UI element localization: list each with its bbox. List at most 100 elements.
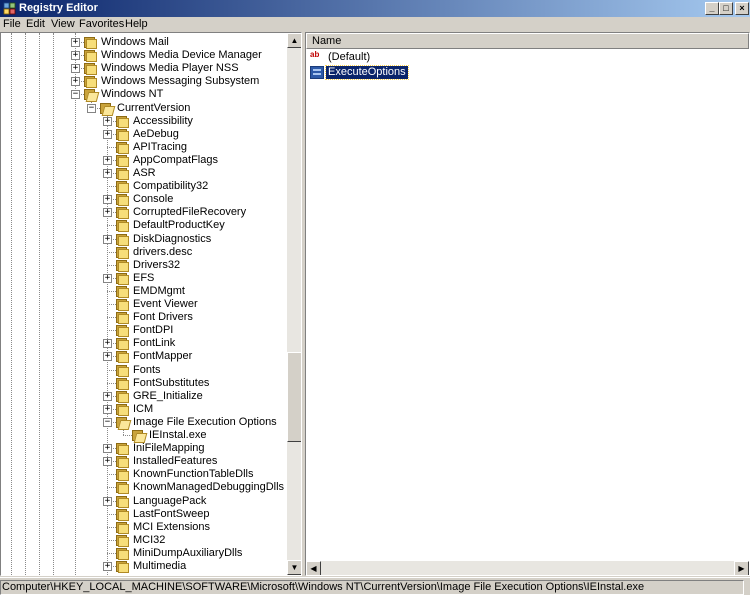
- expand-icon[interactable]: +: [71, 38, 80, 47]
- expand-icon[interactable]: +: [103, 457, 112, 467]
- scroll-thumb[interactable]: [287, 351, 301, 442]
- tree-node-label[interactable]: ICM: [133, 403, 153, 416]
- tree-node-label[interactable]: FontMapper: [133, 350, 192, 363]
- tree-node-label[interactable]: LanguagePack: [133, 495, 206, 508]
- folder-icon: [115, 311, 131, 325]
- tree-node-label[interactable]: APITracing: [133, 141, 187, 154]
- value-name[interactable]: ExecuteOptions: [325, 65, 409, 80]
- tree-node-label[interactable]: FontSubstitutes: [133, 377, 209, 390]
- scroll-right-button[interactable]: ▶: [734, 561, 749, 575]
- tree-node-label[interactable]: drivers.desc: [133, 246, 192, 259]
- tree-node-label[interactable]: AeDebug: [133, 128, 179, 141]
- expand-icon[interactable]: +: [103, 129, 112, 139]
- tree-node-label[interactable]: IEInstal.exe: [149, 429, 206, 442]
- tree-node-label[interactable]: Accessibility: [133, 115, 193, 128]
- folder-icon: [115, 468, 131, 482]
- values-pane[interactable]: Name ab (Default) ExecuteOptions ◀ ▶: [305, 32, 750, 576]
- expand-icon[interactable]: +: [103, 208, 112, 218]
- tree-node-label[interactable]: EFS: [133, 272, 154, 285]
- string-value-icon: ab: [310, 50, 320, 59]
- tree-node-label[interactable]: DefaultProductKey: [133, 219, 225, 232]
- tree-vertical-scrollbar[interactable]: ▲ ▼: [287, 33, 301, 575]
- expand-icon[interactable]: +: [71, 64, 80, 74]
- close-button[interactable]: ×: [735, 2, 749, 15]
- tree-node-label[interactable]: InstalledFeatures: [133, 455, 217, 468]
- maximize-button[interactable]: □: [719, 2, 733, 15]
- tree-node-label[interactable]: CurrentVersion: [117, 102, 190, 115]
- tree-node-label[interactable]: FontLink: [133, 337, 175, 350]
- tree-node-label[interactable]: MCI Extensions: [133, 521, 210, 534]
- folder-icon: [115, 141, 131, 154]
- folder-icon: [115, 560, 131, 573]
- folder-icon: [115, 115, 131, 128]
- scroll-down-button[interactable]: ▼: [287, 560, 301, 575]
- folder-icon: [115, 206, 131, 220]
- value-row[interactable]: ab (Default): [310, 51, 510, 65]
- value-row[interactable]: ExecuteOptions: [310, 65, 510, 80]
- expand-icon[interactable]: +: [103, 562, 112, 571]
- expand-icon[interactable]: +: [103, 444, 112, 454]
- tree-node-label[interactable]: KnownManagedDebuggingDlls: [133, 481, 284, 494]
- tree-node-label[interactable]: DiskDiagnostics: [133, 233, 211, 246]
- title-bar[interactable]: Registry Editor _ □ ×: [0, 0, 750, 17]
- registry-tree-pane[interactable]: + Windows Mail + Windows Media Device Manag…: [0, 32, 302, 576]
- collapse-icon[interactable]: −: [87, 103, 96, 113]
- tree-node-label[interactable]: Image File Execution Options: [133, 416, 277, 429]
- expand-icon[interactable]: +: [103, 404, 112, 414]
- tree-node-label[interactable]: Fonts: [133, 364, 161, 377]
- expand-icon[interactable]: +: [103, 116, 112, 126]
- tree-node-label[interactable]: IniFileMapping: [133, 442, 205, 455]
- collapse-icon[interactable]: −: [71, 90, 80, 100]
- tree-node-label[interactable]: MCI32: [133, 534, 165, 547]
- menu-help[interactable]: Help: [125, 18, 148, 30]
- expand-icon[interactable]: +: [103, 234, 112, 244]
- tree-node-label[interactable]: FontDPI: [133, 324, 173, 337]
- scroll-left-button[interactable]: ◀: [306, 561, 321, 575]
- expand-icon[interactable]: +: [103, 273, 112, 283]
- folder-icon: [115, 337, 131, 351]
- expand-icon[interactable]: +: [103, 352, 112, 362]
- tree-node-label[interactable]: Windows Messaging Subsystem: [101, 75, 259, 88]
- expand-icon[interactable]: +: [103, 195, 112, 205]
- tree-node-label[interactable]: Event Viewer: [133, 298, 198, 311]
- expand-icon[interactable]: +: [71, 51, 80, 61]
- tree-node-label[interactable]: KnownFunctionTableDlls: [133, 468, 253, 481]
- tree-node-label[interactable]: MiniDumpAuxiliaryDlls: [133, 547, 242, 560]
- tree-node-label[interactable]: Compatibility32: [133, 180, 208, 193]
- expand-icon[interactable]: +: [71, 77, 80, 87]
- tree-node-label[interactable]: Drivers32: [133, 259, 180, 272]
- tree-node-label[interactable]: Console: [133, 193, 173, 206]
- folder-icon: [115, 403, 131, 416]
- values-horizontal-scrollbar[interactable]: ◀ ▶: [306, 561, 749, 575]
- folder-icon: [83, 36, 99, 49]
- tree-node-label[interactable]: AppCompatFlags: [133, 154, 218, 167]
- tree-node-label[interactable]: Font Drivers: [133, 311, 193, 324]
- column-name-header[interactable]: Name: [306, 33, 749, 49]
- tree-node-label[interactable]: EMDMgmt: [133, 285, 185, 298]
- tree-node-label[interactable]: ASR: [133, 167, 156, 180]
- expand-icon[interactable]: +: [103, 155, 112, 165]
- menu-favorites[interactable]: Favorites: [79, 18, 124, 30]
- tree-node-label[interactable]: GRE_Initialize: [133, 390, 203, 403]
- tree-node-label[interactable]: Multimedia: [133, 560, 186, 573]
- tree-node-label[interactable]: Windows Mail: [101, 36, 169, 49]
- expand-icon[interactable]: +: [103, 496, 112, 506]
- expand-icon[interactable]: +: [103, 339, 112, 349]
- menu-file[interactable]: File: [3, 18, 21, 30]
- scroll-up-button[interactable]: ▲: [287, 33, 301, 48]
- folder-icon: [115, 167, 131, 180]
- value-name[interactable]: (Default): [326, 51, 372, 64]
- collapse-icon[interactable]: −: [103, 417, 112, 427]
- menu-edit[interactable]: Edit: [26, 18, 45, 30]
- tree-node-label[interactable]: Windows NT: [101, 88, 163, 101]
- tree-node-label[interactable]: Windows Media Device Manager: [101, 49, 262, 62]
- tree-node-label[interactable]: LastFontSweep: [133, 508, 209, 521]
- menu-view[interactable]: View: [51, 18, 75, 30]
- expand-icon[interactable]: +: [103, 391, 112, 401]
- minimize-button[interactable]: _: [705, 2, 719, 15]
- expand-icon[interactable]: +: [103, 169, 112, 178]
- folder-icon: [115, 364, 131, 377]
- folder-open-icon: [131, 429, 148, 443]
- tree-node-label[interactable]: Windows Media Player NSS: [101, 62, 239, 75]
- tree-node-label[interactable]: CorruptedFileRecovery: [133, 206, 246, 219]
